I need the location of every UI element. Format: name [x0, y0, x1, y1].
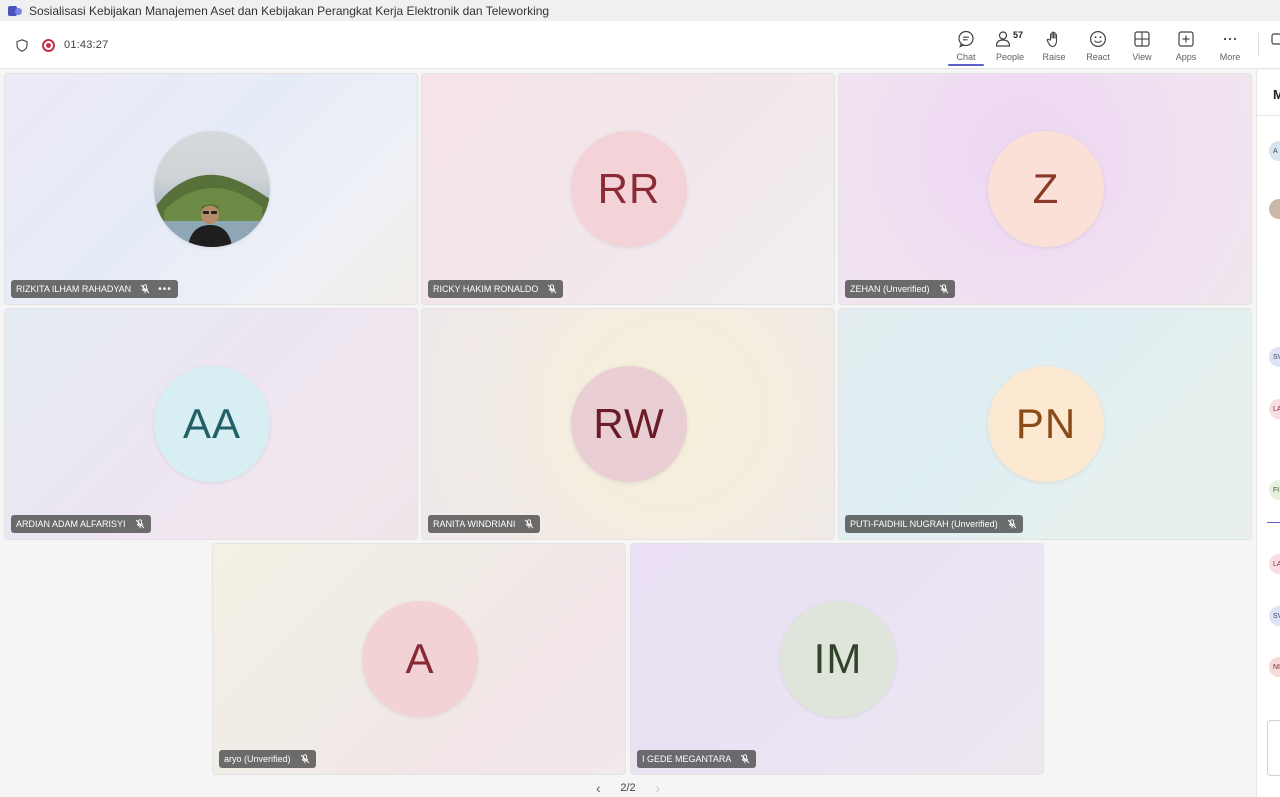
- people-count: 57: [1013, 30, 1024, 40]
- meeting-timer: 01:43:27: [64, 39, 109, 51]
- chat-button[interactable]: Chat: [944, 21, 988, 69]
- new-messages-divider: [1267, 522, 1280, 523]
- people-button[interactable]: 57 People: [988, 21, 1032, 69]
- camera-button-partial[interactable]: [1271, 30, 1280, 70]
- meeting-toolbar: 01:43:27 Chat 57 People Raise React View…: [0, 21, 1280, 69]
- initials-avatar: Z: [988, 131, 1104, 247]
- participant-name-tag: RANITA WINDRIANI: [428, 515, 541, 533]
- meeting-side-panel: M A SV LA FI LA SV NI: [1256, 70, 1280, 797]
- chat-avatar: SV: [1269, 606, 1280, 626]
- participant-name: ZEHAN (Unverified): [850, 284, 930, 294]
- avatar-initials: Z: [1032, 165, 1060, 212]
- shield-icon[interactable]: [16, 38, 28, 52]
- view-label: View: [1132, 52, 1152, 62]
- toolbar-divider: [1258, 33, 1259, 57]
- avatar-initials: A: [405, 635, 435, 682]
- participant-name: RIZKITA ILHAM RAHADYAN: [16, 284, 132, 294]
- initials-avatar: AA: [154, 366, 270, 482]
- participant-name: I GEDE MEGANTARA: [642, 754, 732, 764]
- people-label: People: [995, 52, 1025, 62]
- camera-icon: [1271, 33, 1280, 45]
- participant-tile[interactable]: AA ARDIAN ADAM ALFARISYI: [4, 308, 418, 540]
- avatar-initials: IM: [813, 635, 863, 682]
- participant-name: PUTI-FAIDHIL NUGRAH (Unverified): [850, 519, 998, 529]
- mic-muted-icon: [1007, 519, 1017, 529]
- participant-tile[interactable]: RR RICKY HAKIM RONALDO: [421, 73, 835, 305]
- chat-avatar: LA: [1269, 399, 1280, 419]
- participant-tile[interactable]: RW RANITA WINDRIANI: [421, 308, 835, 540]
- mic-muted-icon: [741, 754, 750, 764]
- participant-tile[interactable]: PN PUTI-FAIDHIL NUGRAH (Unverified): [838, 308, 1252, 540]
- apps-label: Apps: [1175, 52, 1197, 62]
- participant-name-tag: aryo (Unverified): [219, 750, 316, 768]
- mic-muted-icon: [300, 754, 309, 764]
- profile-photo-avatar: [154, 131, 270, 247]
- mic-muted-icon: [135, 519, 144, 529]
- title-bar: Sosialisasi Kebijakan Manajemen Aset dan…: [0, 0, 1280, 21]
- initials-avatar: RW: [571, 366, 687, 482]
- participant-name-tag: PUTI-FAIDHIL NUGRAH (Unverified): [845, 515, 1023, 533]
- participant-name-tag: RICKY HAKIM RONALDO: [428, 280, 564, 298]
- apps-button[interactable]: Apps: [1164, 21, 1208, 69]
- participant-name: RICKY HAKIM RONALDO: [433, 284, 539, 294]
- more-button[interactable]: More: [1208, 21, 1252, 69]
- mic-muted-icon: [939, 284, 948, 294]
- page-indicator: 2/2: [620, 781, 636, 794]
- more-options-icon[interactable]: •••: [158, 284, 172, 295]
- next-page-button[interactable]: ›: [655, 780, 660, 796]
- initials-avatar: PN: [988, 366, 1104, 482]
- view-button[interactable]: View: [1120, 21, 1164, 69]
- react-label: React: [1086, 52, 1110, 62]
- mic-muted-icon: [525, 519, 534, 529]
- hand-icon: [1046, 31, 1058, 48]
- participant-name-tag: RIZKITA ILHAM RAHADYAN •••: [11, 280, 178, 298]
- side-panel-divider: [1257, 115, 1280, 116]
- react-button[interactable]: React: [1076, 21, 1120, 69]
- initials-avatar: A: [362, 601, 478, 717]
- chat-avatar: FI: [1269, 480, 1280, 500]
- avatar-initials: AA: [182, 400, 242, 447]
- people-icon: [995, 31, 1011, 47]
- participant-name: ARDIAN ADAM ALFARISYI: [16, 519, 126, 529]
- previous-page-button[interactable]: ‹: [596, 780, 601, 796]
- participant-name-tag: I GEDE MEGANTARA: [637, 750, 757, 768]
- gallery-pager: ‹ 2/2 ›: [596, 778, 660, 797]
- chat-compose-box[interactable]: [1267, 720, 1280, 776]
- grid-view-icon: [1134, 31, 1150, 47]
- avatar-initials: RW: [593, 400, 665, 447]
- ellipsis-icon: [1223, 37, 1237, 41]
- participant-tile[interactable]: RIZKITA ILHAM RAHADYAN •••: [4, 73, 418, 305]
- raise-label: Raise: [1042, 52, 1066, 62]
- initials-avatar: IM: [780, 601, 896, 717]
- window-title: Sosialisasi Kebijakan Manajemen Aset dan…: [29, 3, 550, 18]
- smiley-icon: [1089, 30, 1107, 48]
- more-label: More: [1219, 52, 1241, 62]
- participant-tile[interactable]: IM I GEDE MEGANTARA: [630, 543, 1044, 775]
- side-panel-header: M: [1273, 87, 1280, 102]
- participant-name: aryo (Unverified): [224, 754, 291, 764]
- chat-avatar: SV: [1269, 347, 1280, 367]
- mic-muted-icon: [140, 284, 150, 294]
- add-app-icon: [1178, 31, 1194, 47]
- chat-icon: [958, 30, 974, 48]
- chat-avatar-photo: [1269, 199, 1280, 219]
- chat-label: Chat: [956, 52, 976, 62]
- video-stage: RIZKITA ILHAM RAHADYAN ••• RR RICKY HAKI…: [0, 70, 1256, 797]
- avatar-initials: RR: [597, 165, 661, 212]
- teams-app-icon: [8, 5, 22, 17]
- chat-avatar: LA: [1269, 554, 1280, 574]
- initials-avatar: RR: [571, 131, 687, 247]
- participant-tile[interactable]: Z ZEHAN (Unverified): [838, 73, 1252, 305]
- mic-muted-icon: [548, 284, 557, 294]
- profile-photo: [154, 174, 270, 247]
- avatar-initials: PN: [1015, 400, 1077, 447]
- participant-name: RANITA WINDRIANI: [433, 519, 516, 529]
- chat-avatar: A: [1269, 141, 1280, 161]
- participant-name-tag: ZEHAN (Unverified): [845, 280, 955, 298]
- recording-icon: [42, 38, 55, 52]
- raise-hand-button[interactable]: Raise: [1032, 21, 1076, 69]
- chat-avatar: NI: [1269, 657, 1280, 677]
- participant-tile[interactable]: A aryo (Unverified): [212, 543, 626, 775]
- participant-name-tag: ARDIAN ADAM ALFARISYI: [11, 515, 151, 533]
